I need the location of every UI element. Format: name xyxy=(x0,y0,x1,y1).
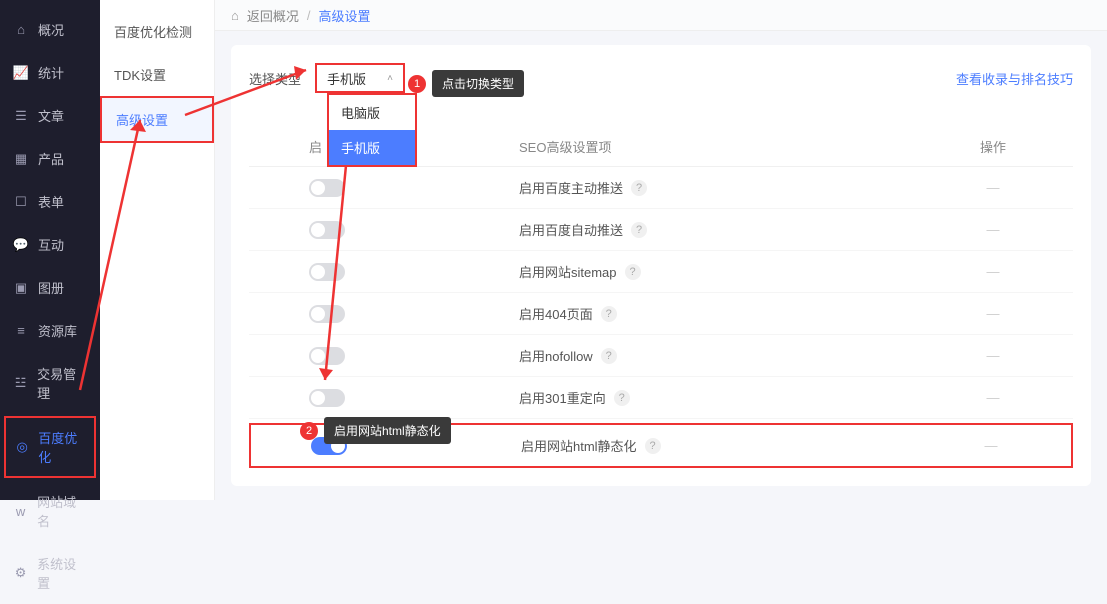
row-label: 启用网站html静态化 xyxy=(521,436,637,455)
help-icon[interactable]: ? xyxy=(645,438,661,454)
select-type-label: 选择类型 xyxy=(249,69,301,88)
table-row: 启用网站sitemap? — xyxy=(249,251,1073,293)
sidebar-item-label: 交易管理 xyxy=(37,364,86,402)
select-value: 手机版 xyxy=(327,69,366,88)
sidebar-item-system[interactable]: ⚙ 系统设置 xyxy=(0,542,100,604)
subnav-item-advanced[interactable]: 高级设置 xyxy=(100,96,214,143)
document-icon: ☰ xyxy=(14,109,28,123)
table-row: 启用404页面? — xyxy=(249,293,1073,335)
toggle-301[interactable] xyxy=(309,389,345,407)
home-icon: ⌂ xyxy=(231,8,239,23)
dropdown-option-pc[interactable]: 电脑版 xyxy=(329,95,415,130)
home-icon: ⌂ xyxy=(14,23,28,37)
baidu-icon: ◎ xyxy=(16,440,28,454)
sidebar-item-baidu-seo[interactable]: ◎ 百度优化 xyxy=(4,416,96,478)
sidebar-item-label: 表单 xyxy=(38,192,64,211)
breadcrumb: ⌂ 返回概况 / 高级设置 xyxy=(215,0,1107,31)
sidebar-item-label: 产品 xyxy=(38,149,64,168)
row-label: 启用nofollow xyxy=(519,346,593,365)
dropdown-option-mobile[interactable]: 手机版 xyxy=(329,130,415,165)
sidebar-item-label: 互动 xyxy=(38,235,64,254)
subnav-item-baidu-check[interactable]: 百度优化检测 xyxy=(100,10,214,53)
type-select[interactable]: 手机版 ˄ xyxy=(315,63,405,93)
subnav-item-label: 高级设置 xyxy=(116,113,168,128)
sidebar-item-label: 百度优化 xyxy=(38,428,84,466)
sidebar-item-resources[interactable]: ≡ 资源库 xyxy=(0,309,100,352)
row-label: 启用百度主动推送 xyxy=(519,178,623,197)
subnav-item-label: TDK设置 xyxy=(114,68,166,83)
help-icon[interactable]: ? xyxy=(614,390,630,406)
row-label: 启用404页面 xyxy=(519,304,593,323)
toggle-baidu-active-push[interactable] xyxy=(309,179,345,197)
th-action: 操作 xyxy=(913,137,1073,156)
row-action: — xyxy=(911,438,1071,453)
th-label: SEO高级设置项 xyxy=(519,137,913,156)
sidebar-item-forms[interactable]: ☐ 表单 xyxy=(0,180,100,223)
form-icon: ☐ xyxy=(14,195,28,209)
chat-icon: 💬 xyxy=(14,238,28,252)
chevron-up-icon: ˄ xyxy=(387,73,393,84)
toggle-404[interactable] xyxy=(309,305,345,323)
sidebar-item-domain[interactable]: w 网站域名 xyxy=(0,480,100,542)
domain-icon: w xyxy=(14,504,27,518)
subnav-item-tdk[interactable]: TDK设置 xyxy=(100,53,214,96)
sidebar-item-products[interactable]: ▦ 产品 xyxy=(0,137,100,180)
gear-icon: ⚙ xyxy=(14,566,27,580)
grid-icon: ▦ xyxy=(14,152,28,166)
toggle-baidu-auto-push[interactable] xyxy=(309,221,345,239)
row-label: 启用301重定向 xyxy=(519,388,606,407)
table-row: 启用百度主动推送? — xyxy=(249,167,1073,209)
breadcrumb-current: 高级设置 xyxy=(319,6,371,25)
sidebar-item-gallery[interactable]: ▣ 图册 xyxy=(0,266,100,309)
callout-text: 点击切换类型 xyxy=(432,70,524,97)
callout-text: 启用网站html静态化 xyxy=(324,417,451,444)
sidebar-item-label: 系统设置 xyxy=(37,554,86,592)
row-action: — xyxy=(913,306,1073,321)
sidebar-item-label: 概况 xyxy=(38,20,64,39)
subnav-item-label: 百度优化检测 xyxy=(114,25,192,40)
breadcrumb-back[interactable]: 返回概况 xyxy=(247,6,299,25)
sidebar-item-stats[interactable]: 📈 统计 xyxy=(0,51,100,94)
row-action: — xyxy=(913,264,1073,279)
row-label: 启用网站sitemap xyxy=(519,262,617,281)
type-dropdown: 电脑版 手机版 xyxy=(327,93,417,167)
sidebar-item-overview[interactable]: ⌂ 概况 xyxy=(0,8,100,51)
help-icon[interactable]: ? xyxy=(631,222,647,238)
help-icon[interactable]: ? xyxy=(601,348,617,364)
row-action: — xyxy=(913,348,1073,363)
callout-1: 1 点击切换类型 xyxy=(408,70,524,97)
callout-number: 2 xyxy=(300,422,318,440)
sidebar-item-label: 统计 xyxy=(38,63,64,82)
sidebar-item-label: 资源库 xyxy=(38,321,77,340)
sidebar-item-trade[interactable]: ☳ 交易管理 xyxy=(0,352,100,414)
breadcrumb-separator: / xyxy=(307,8,311,23)
sidebar-item-label: 文章 xyxy=(38,106,64,125)
row-action: — xyxy=(913,222,1073,237)
sidebar-item-articles[interactable]: ☰ 文章 xyxy=(0,94,100,137)
callout-2: 2 启用网站html静态化 xyxy=(300,417,451,444)
row-action: — xyxy=(913,390,1073,405)
sidebar-item-label: 网站域名 xyxy=(37,492,86,530)
chart-icon: 📈 xyxy=(14,66,28,80)
sidebar: ⌂ 概况 📈 统计 ☰ 文章 ▦ 产品 ☐ 表单 💬 互动 ▣ 图册 ≡ 资 xyxy=(0,0,100,500)
trade-icon: ☳ xyxy=(14,376,27,390)
table-row: 启用百度自动推送? — xyxy=(249,209,1073,251)
callout-number: 1 xyxy=(408,75,426,93)
toggle-sitemap[interactable] xyxy=(309,263,345,281)
table-row: 启用301重定向? — xyxy=(249,377,1073,419)
table-row: 启用nofollow? — xyxy=(249,335,1073,377)
database-icon: ≡ xyxy=(14,324,28,338)
help-icon[interactable]: ? xyxy=(601,306,617,322)
subnav: 百度优化检测 TDK设置 高级设置 xyxy=(100,0,215,500)
help-icon[interactable]: ? xyxy=(631,180,647,196)
image-icon: ▣ xyxy=(14,281,28,295)
toggle-nofollow[interactable] xyxy=(309,347,345,365)
sidebar-item-label: 图册 xyxy=(38,278,64,297)
row-label: 启用百度自动推送 xyxy=(519,220,623,239)
help-icon[interactable]: ? xyxy=(625,264,641,280)
row-action: — xyxy=(913,180,1073,195)
sidebar-item-interact[interactable]: 💬 互动 xyxy=(0,223,100,266)
tips-link[interactable]: 查看收录与排名技巧 xyxy=(956,69,1073,88)
